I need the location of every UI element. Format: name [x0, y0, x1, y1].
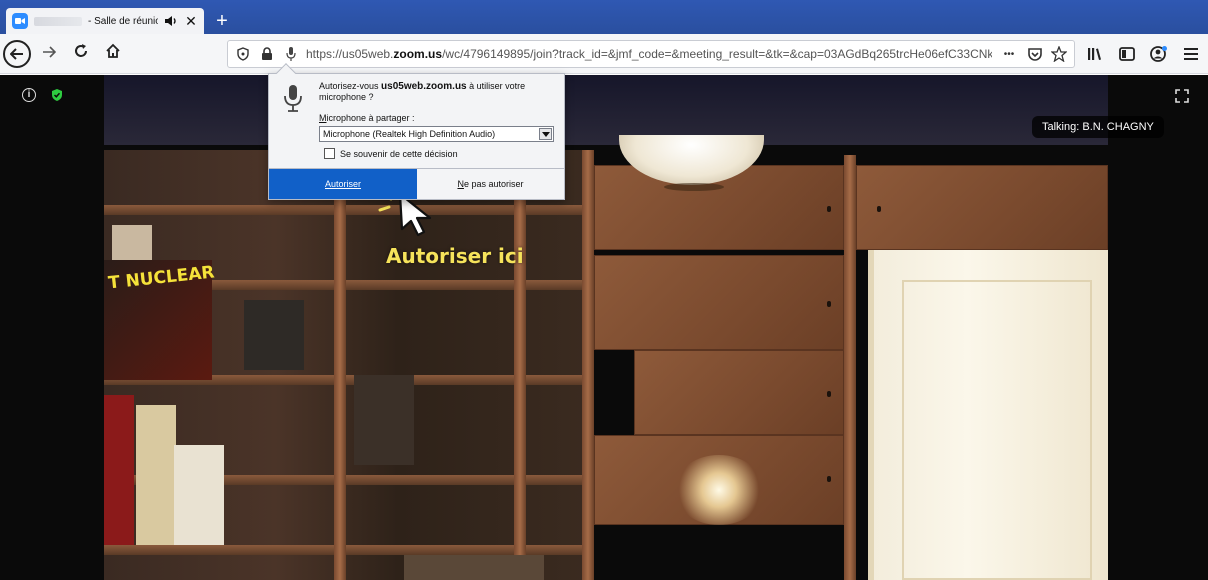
- door-panel: [902, 280, 1092, 580]
- deny-button[interactable]: Ne pas autoriser: [417, 169, 564, 199]
- lamp-base: [664, 183, 724, 191]
- tab-bar: - Salle de réunio ✕ +: [0, 0, 1208, 34]
- shelf-upright: [582, 150, 594, 580]
- reload-button[interactable]: [66, 39, 96, 69]
- forward-button[interactable]: [34, 39, 64, 69]
- lamp-glow: [674, 455, 764, 525]
- remember-decision-checkbox[interactable]: Se souvenir de cette décision: [324, 148, 458, 159]
- door: [868, 250, 1108, 580]
- tracking-shield-icon[interactable]: [234, 45, 252, 63]
- poster-text: T NUCLEAR: [107, 262, 216, 294]
- chevron-down-icon[interactable]: [539, 128, 552, 140]
- book: [354, 375, 414, 465]
- microphone-select-value: Microphone (Realtek High Definition Audi…: [323, 129, 496, 139]
- shelf-upright: [334, 150, 346, 580]
- book: [136, 405, 176, 545]
- reload-icon: [73, 43, 89, 64]
- menu-icon[interactable]: [1180, 43, 1202, 65]
- pocket-icon[interactable]: [1026, 45, 1044, 63]
- url-text[interactable]: https://us05web.zoom.us/wc/4796149895/jo…: [306, 47, 992, 61]
- cabinet-door: [594, 255, 844, 350]
- video-feed: T NUCLEAR: [104, 75, 1108, 580]
- poster: T NUCLEAR: [104, 260, 216, 380]
- book: [404, 555, 544, 580]
- url-bar[interactable]: https://us05web.zoom.us/wc/4796149895/jo…: [227, 40, 1075, 68]
- meeting-content: T NUCLEAR i Talking: B.N. CHAGNY Autoris…: [0, 75, 1208, 580]
- forward-icon: [42, 45, 57, 63]
- microphone-permission-dialog: Autorisez-vous us05web.zoom.us à utilise…: [268, 63, 565, 200]
- microphone-select-label: Microphone à partager :: [319, 113, 415, 123]
- shield-icon[interactable]: [50, 88, 64, 102]
- library-icon[interactable]: [1084, 43, 1106, 65]
- info-icon[interactable]: i: [22, 88, 36, 102]
- close-icon[interactable]: ✕: [184, 14, 198, 28]
- microphone-icon: [283, 84, 303, 112]
- cabinet-upright: [844, 155, 856, 580]
- microphone-icon[interactable]: [282, 45, 300, 63]
- tab-title: - Salle de réunio: [88, 15, 158, 27]
- cabinet-door: [634, 350, 844, 435]
- new-tab-button[interactable]: +: [208, 8, 236, 34]
- home-icon: [105, 43, 121, 64]
- navigation-toolbar: https://us05web.zoom.us/wc/4796149895/jo…: [0, 34, 1208, 74]
- hint-text: Autoriser ici: [386, 244, 524, 268]
- ceiling: [104, 75, 1108, 145]
- talking-indicator: Talking: B.N. CHAGNY: [1032, 116, 1164, 138]
- tab-title-redacted: [34, 16, 82, 26]
- permission-message: Autorisez-vous us05web.zoom.us à utilise…: [319, 81, 526, 102]
- fullscreen-icon[interactable]: [1174, 88, 1190, 104]
- microphone-select[interactable]: Microphone (Realtek High Definition Audi…: [319, 126, 554, 142]
- book: [104, 395, 134, 545]
- checkbox[interactable]: [324, 148, 335, 159]
- lock-icon[interactable]: [258, 45, 276, 63]
- book: [174, 445, 224, 545]
- more-icon[interactable]: •••: [998, 45, 1020, 63]
- account-icon[interactable]: [1148, 43, 1170, 65]
- allow-button[interactable]: Autoriser: [269, 169, 417, 199]
- book: [244, 300, 304, 370]
- home-button[interactable]: [98, 39, 128, 69]
- shelf-upright: [514, 150, 526, 580]
- toolbar-right: [1084, 40, 1202, 68]
- sidebar-icon[interactable]: [1116, 43, 1138, 65]
- tab-zoom-meeting[interactable]: - Salle de réunio ✕: [6, 8, 204, 34]
- zoom-favicon: [12, 13, 28, 29]
- back-button[interactable]: [2, 39, 32, 69]
- bookmark-star-icon[interactable]: [1050, 45, 1068, 63]
- speaker-icon[interactable]: [164, 14, 178, 28]
- remember-decision-label: Se souvenir de cette décision: [340, 148, 458, 159]
- cabinet-door: [856, 165, 1108, 250]
- meeting-info-icons: i: [22, 88, 64, 102]
- back-icon: [3, 39, 31, 68]
- popup-buttons: Autoriser Ne pas autoriser: [269, 168, 564, 199]
